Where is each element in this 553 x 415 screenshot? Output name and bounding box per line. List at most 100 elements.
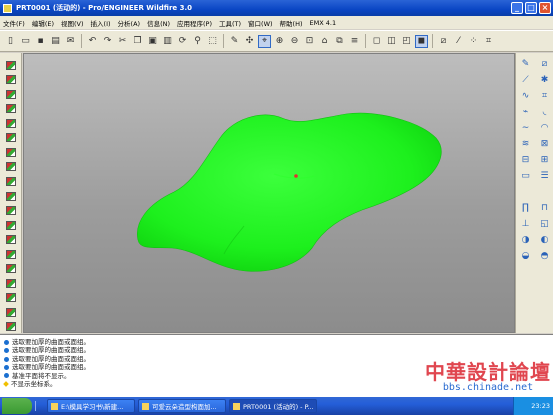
datum-csys-icon[interactable]: ⌗: [536, 89, 553, 103]
find-icon[interactable]: ⚲: [191, 35, 204, 48]
cloud-surface-model[interactable]: [24, 54, 514, 332]
chamfer-icon[interactable]: [2, 204, 19, 217]
trim-icon[interactable]: [2, 277, 19, 290]
no-hidden-icon[interactable]: ◰: [400, 35, 413, 48]
menu-insert[interactable]: 插入(I): [91, 18, 111, 28]
save-icon[interactable]: ▪: [34, 35, 47, 48]
datum-planes-icon[interactable]: ⧄: [437, 35, 450, 48]
start-button[interactable]: [2, 398, 32, 414]
layers-icon[interactable]: ≡: [348, 35, 361, 48]
open-folder-icon[interactable]: ▭: [19, 35, 32, 48]
ejector-tool-icon[interactable]: ⊥: [517, 217, 534, 231]
gate-tool-icon[interactable]: ◒: [517, 249, 534, 263]
runner-tool-icon[interactable]: ◐: [536, 233, 553, 247]
draft-icon[interactable]: [2, 175, 19, 188]
wrap-tool-icon[interactable]: ⊞: [536, 153, 553, 167]
insert-tool-icon[interactable]: ◓: [536, 249, 553, 263]
pattern-icon[interactable]: [2, 292, 19, 305]
new-feature-icon[interactable]: [2, 59, 19, 72]
boundary-blend-icon[interactable]: [2, 219, 19, 232]
list-tool-icon[interactable]: ☰: [536, 169, 553, 183]
wireframe-icon[interactable]: ◻: [370, 35, 383, 48]
menu-view[interactable]: 视图(V): [61, 18, 84, 28]
redo-icon[interactable]: ↷: [101, 35, 114, 48]
toolbar-separator: [432, 34, 433, 48]
clock: 23:23: [531, 402, 550, 410]
zoom-in-icon[interactable]: ⊕: [273, 35, 286, 48]
solidify-icon[interactable]: [2, 321, 19, 334]
revolve-icon[interactable]: [2, 88, 19, 101]
paste-special-icon[interactable]: ▥: [161, 35, 174, 48]
saved-views-icon[interactable]: ⧉: [333, 35, 346, 48]
round-icon[interactable]: [2, 190, 19, 203]
cut-icon[interactable]: ✂: [116, 35, 129, 48]
project-tool-icon[interactable]: ⊟: [517, 153, 534, 167]
sketch-tool-icon[interactable]: ✎: [517, 57, 534, 71]
orient-mode-icon[interactable]: ⌖: [258, 34, 271, 48]
shading-icon[interactable]: ◼: [415, 34, 428, 48]
menu-analysis[interactable]: 分析(A): [118, 18, 141, 28]
slider-tool-icon[interactable]: ◱: [536, 217, 553, 231]
taskbar-item-explorer[interactable]: E:\模具学习书\新建...: [47, 399, 135, 413]
merge-icon[interactable]: [2, 262, 19, 275]
select-box-icon[interactable]: ⬚: [206, 35, 219, 48]
datum-point-tool-icon[interactable]: ✱: [536, 73, 553, 87]
thicken-icon[interactable]: [2, 306, 19, 319]
cavity-tool-icon[interactable]: ⊓: [536, 201, 553, 215]
menu-tools[interactable]: 工具(T): [219, 18, 241, 28]
new-file-icon[interactable]: ▯: [4, 35, 17, 48]
curvature-icon[interactable]: ◟: [536, 105, 553, 119]
mirror-icon[interactable]: [2, 248, 19, 261]
menu-applications[interactable]: 应用程序(P): [177, 18, 212, 28]
menu-emx[interactable]: EMX 4.1: [310, 19, 337, 27]
paste-icon[interactable]: ▣: [146, 35, 159, 48]
spline-tool-icon[interactable]: ∼: [517, 121, 534, 135]
copy-icon[interactable]: ❐: [131, 35, 144, 48]
watermark-title: 中華設計論壇: [425, 360, 551, 384]
offset-tool-icon[interactable]: ≋: [517, 137, 534, 151]
datum-points-icon[interactable]: ⁘: [467, 35, 480, 48]
menu-help[interactable]: 帮助(H): [280, 18, 303, 28]
datum-axis-tool-icon[interactable]: ⟋: [517, 73, 534, 87]
menu-file[interactable]: 文件(F): [3, 18, 25, 28]
blend-icon[interactable]: [2, 117, 19, 130]
spin-center-icon[interactable]: ✣: [243, 35, 256, 48]
hole-icon[interactable]: [2, 132, 19, 145]
variable-sweep-icon[interactable]: [2, 103, 19, 116]
arc-tool-icon[interactable]: ◠: [536, 121, 553, 135]
rib-icon[interactable]: [2, 161, 19, 174]
intersect-tool-icon[interactable]: ⊠: [536, 137, 553, 151]
menu-edit[interactable]: 编辑(E): [32, 18, 54, 28]
datum-axes-icon[interactable]: ⁄: [452, 35, 465, 48]
email-icon[interactable]: ✉: [64, 35, 77, 48]
taskbar-item-proe[interactable]: PRT0001 (活动的) - P...: [229, 399, 317, 413]
regenerate-icon[interactable]: ⟳: [176, 35, 189, 48]
hidden-line-icon[interactable]: ◫: [385, 35, 398, 48]
mold-tool-icon[interactable]: ∏: [517, 201, 534, 215]
minimize-button[interactable]: _: [511, 2, 523, 14]
analysis-icon[interactable]: ⌁: [517, 105, 534, 119]
menu-window[interactable]: 窗口(W): [248, 18, 273, 28]
repaint-icon[interactable]: ✎: [228, 35, 241, 48]
zoom-out-icon[interactable]: ⊖: [288, 35, 301, 48]
annotation-icon[interactable]: ▭: [517, 169, 534, 183]
shell-icon[interactable]: [2, 146, 19, 159]
reorient-icon[interactable]: ⌂: [318, 35, 331, 48]
info-icon: [4, 364, 9, 370]
style-icon[interactable]: [2, 233, 19, 246]
datum-curve-icon[interactable]: ∿: [517, 89, 534, 103]
coordinate-system-icon[interactable]: ⌗: [482, 35, 495, 48]
extrude-icon[interactable]: [2, 74, 19, 87]
datum-plane-tool-icon[interactable]: ⧄: [536, 57, 553, 71]
close-button[interactable]: ×: [539, 2, 551, 14]
menu-info[interactable]: 信息(N): [147, 18, 170, 28]
quick-launch-divider: [35, 401, 41, 411]
taskbar-item-browser[interactable]: 可爱云朵造型构面加...: [138, 399, 226, 413]
cooling-tool-icon[interactable]: ◑: [517, 233, 534, 247]
print-icon[interactable]: ▤: [49, 35, 62, 48]
main-toolbar: ▯ ▭ ▪ ▤ ✉ ↶ ↷ ✂ ❐ ▣ ▥ ⟳ ⚲ ⬚ ✎ ✣ ⌖ ⊕ ⊖ ⊡ …: [0, 30, 553, 52]
maximize-button[interactable]: □: [525, 2, 537, 14]
refit-icon[interactable]: ⊡: [303, 35, 316, 48]
undo-icon[interactable]: ↶: [86, 35, 99, 48]
graphics-viewport[interactable]: [23, 53, 515, 333]
